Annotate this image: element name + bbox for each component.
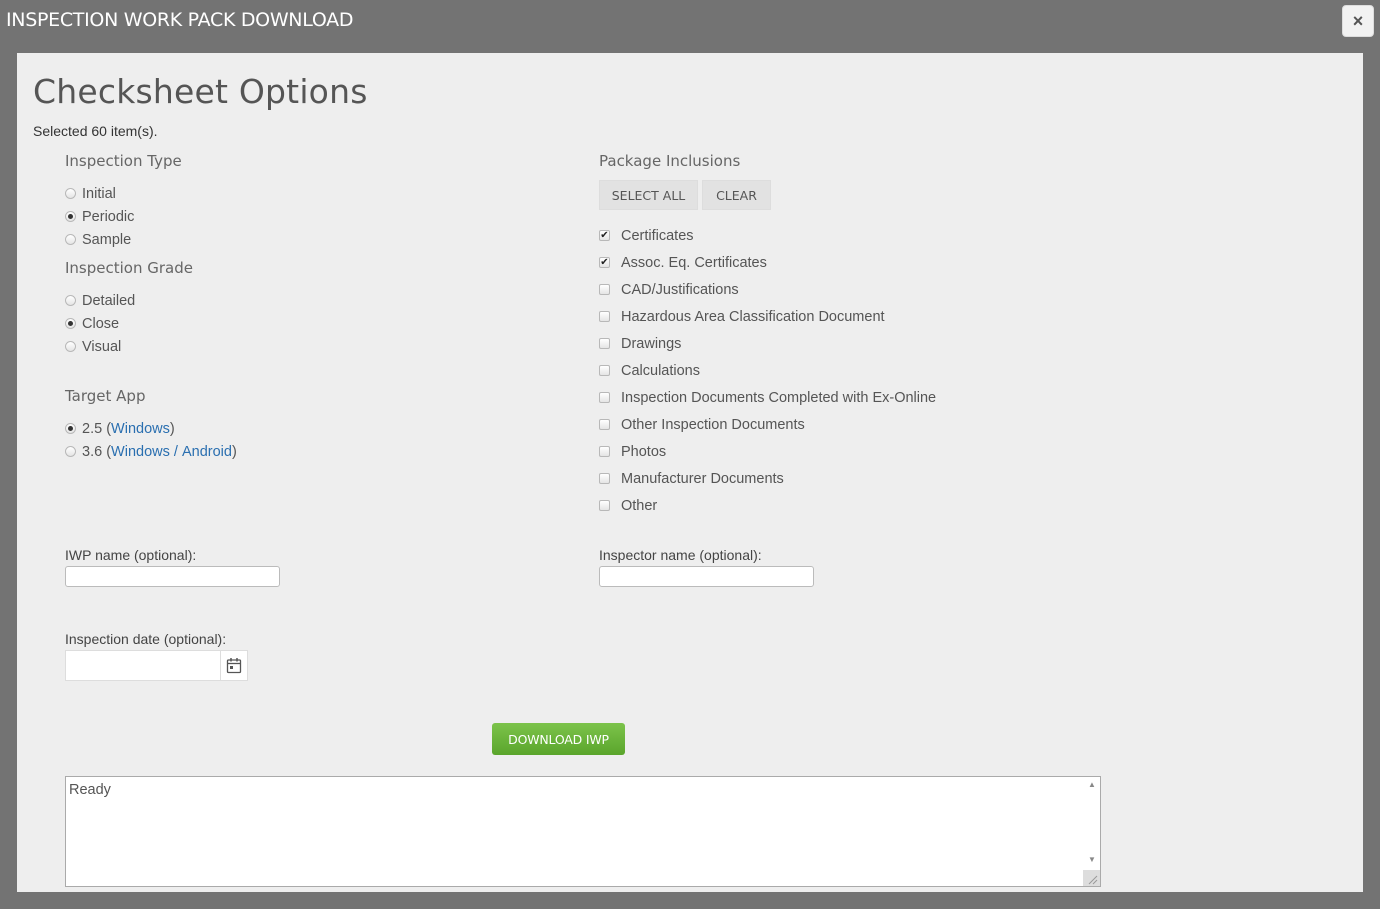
option-label: Visual: [82, 338, 122, 355]
window-title: INSPECTION WORK PACK DOWNLOAD: [6, 9, 354, 31]
iwp-name-input[interactable]: [65, 566, 280, 587]
select-all-button[interactable]: SELECT ALL: [599, 180, 698, 210]
radio-button[interactable]: [65, 188, 76, 199]
scroll-down-icon[interactable]: ▼: [1088, 855, 1096, 864]
clear-button[interactable]: CLEAR: [702, 180, 771, 210]
option-label: Detailed: [82, 292, 136, 309]
android-link[interactable]: Android: [182, 444, 232, 460]
package-inclusion-item[interactable]: Other: [599, 492, 936, 519]
inspection-grade-option[interactable]: Close: [65, 312, 135, 335]
target-app-option[interactable]: 3.6 (Windows / Android): [65, 440, 237, 463]
checkbox[interactable]: [599, 473, 610, 484]
paren-close: ): [169, 420, 175, 437]
package-inclusion-item[interactable]: ✔ Assoc. Eq. Certificates: [599, 249, 936, 276]
inspection-date-label: Inspection date (optional):: [65, 631, 227, 647]
checkbox-label: Photos: [621, 443, 667, 460]
checkbox-label: Calculations: [621, 362, 700, 379]
package-inclusion-item[interactable]: Photos: [599, 438, 936, 465]
checksheet-options-panel: Checksheet Options Selected 60 item(s). …: [17, 53, 1363, 892]
package-inclusion-item[interactable]: CAD/Justifications: [599, 276, 936, 303]
checkbox[interactable]: [599, 392, 610, 403]
package-inclusion-item[interactable]: Other Inspection Documents: [599, 411, 936, 438]
target-app-option[interactable]: 2.5 (Windows): [65, 417, 237, 440]
radio-button[interactable]: [65, 423, 76, 434]
title-bar: INSPECTION WORK PACK DOWNLOAD ×: [0, 0, 1380, 52]
option-label: Sample: [82, 231, 132, 248]
status-log-textarea[interactable]: Ready ▲ ▼: [65, 776, 1101, 887]
paren-close: ): [231, 443, 237, 460]
inspection-grade-options: Detailed Close Visual: [65, 289, 135, 358]
package-inclusion-item[interactable]: Hazardous Area Classification Document: [599, 303, 936, 330]
target-app-options: 2.5 (Windows) 3.6 (Windows / Android): [65, 417, 237, 463]
windows-link[interactable]: Windows: [111, 444, 170, 460]
status-text: Ready: [69, 782, 111, 798]
option-label: Initial: [82, 185, 116, 202]
package-inclusion-item[interactable]: Manufacturer Documents: [599, 465, 936, 492]
paren-open: (: [102, 420, 112, 437]
inspector-name-input[interactable]: [599, 566, 814, 587]
separator: /: [169, 443, 182, 460]
inspection-type-options: Initial Periodic Sample: [65, 182, 134, 251]
package-inclusion-item[interactable]: Drawings: [599, 330, 936, 357]
checkbox[interactable]: [599, 338, 610, 349]
calendar-icon[interactable]: [221, 651, 247, 680]
inspection-type-option[interactable]: Sample: [65, 228, 134, 251]
radio-button[interactable]: [65, 234, 76, 245]
checkbox-label: Other: [621, 497, 658, 514]
page-title: Checksheet Options: [33, 72, 368, 111]
radio-button[interactable]: [65, 211, 76, 222]
inspection-type-option[interactable]: Initial: [65, 182, 134, 205]
checkbox[interactable]: [599, 311, 610, 322]
package-inclusion-item[interactable]: ✔ Certificates: [599, 222, 936, 249]
package-inclusion-item[interactable]: Calculations: [599, 357, 936, 384]
inspection-grade-label: Inspection Grade: [65, 259, 193, 277]
inspection-grade-option[interactable]: Visual: [65, 335, 135, 358]
radio-button[interactable]: [65, 446, 76, 457]
app-version-label: 3.6: [82, 443, 103, 460]
download-iwp-button[interactable]: DOWNLOAD IWP: [492, 723, 625, 755]
radio-button[interactable]: [65, 295, 76, 306]
checkbox-label: Certificates: [621, 227, 694, 244]
radio-button[interactable]: [65, 341, 76, 352]
inspector-name-label: Inspector name (optional):: [599, 547, 762, 563]
option-label: Periodic: [82, 208, 135, 225]
inspection-date-input[interactable]: [66, 651, 221, 680]
checkbox-label: CAD/Justifications: [621, 281, 739, 298]
option-label: Close: [82, 315, 120, 332]
checkbox-label: Manufacturer Documents: [621, 470, 784, 487]
checkbox[interactable]: ✔: [599, 230, 610, 241]
package-inclusions-list: ✔ Certificates ✔ Assoc. Eq. Certificates CAD…: [599, 222, 936, 519]
target-app-label: Target App: [65, 387, 146, 405]
inspection-date-picker: [65, 650, 248, 681]
checkbox[interactable]: ✔: [599, 257, 610, 268]
selected-count: Selected 60 item(s).: [33, 123, 158, 139]
checkbox[interactable]: [599, 446, 610, 457]
radio-button[interactable]: [65, 318, 76, 329]
inspection-type-label: Inspection Type: [65, 152, 182, 170]
inspection-type-option[interactable]: Periodic: [65, 205, 134, 228]
package-inclusions-label: Package Inclusions: [599, 152, 741, 170]
package-inclusion-item[interactable]: Inspection Documents Completed with Ex-O…: [599, 384, 936, 411]
checkbox-label: Drawings: [621, 335, 682, 352]
paren-open: (: [102, 443, 112, 460]
checkbox[interactable]: [599, 365, 610, 376]
inspection-grade-option[interactable]: Detailed: [65, 289, 135, 312]
checkbox[interactable]: [599, 284, 610, 295]
windows-link[interactable]: Windows: [111, 421, 170, 437]
checkbox[interactable]: [599, 419, 610, 430]
checkbox-label: Hazardous Area Classification Document: [621, 308, 885, 325]
iwp-name-label: IWP name (optional):: [65, 547, 197, 563]
checkbox-label: Other Inspection Documents: [621, 416, 805, 433]
app-version-label: 2.5: [82, 420, 103, 437]
checkbox-label: Inspection Documents Completed with Ex-O…: [621, 389, 937, 406]
checkbox[interactable]: [599, 500, 610, 511]
scroll-up-icon[interactable]: ▲: [1088, 780, 1096, 789]
resize-grip-icon[interactable]: [1083, 870, 1100, 886]
close-icon: ×: [1352, 10, 1364, 31]
close-button[interactable]: ×: [1342, 5, 1374, 37]
checkbox-label: Assoc. Eq. Certificates: [621, 254, 767, 271]
